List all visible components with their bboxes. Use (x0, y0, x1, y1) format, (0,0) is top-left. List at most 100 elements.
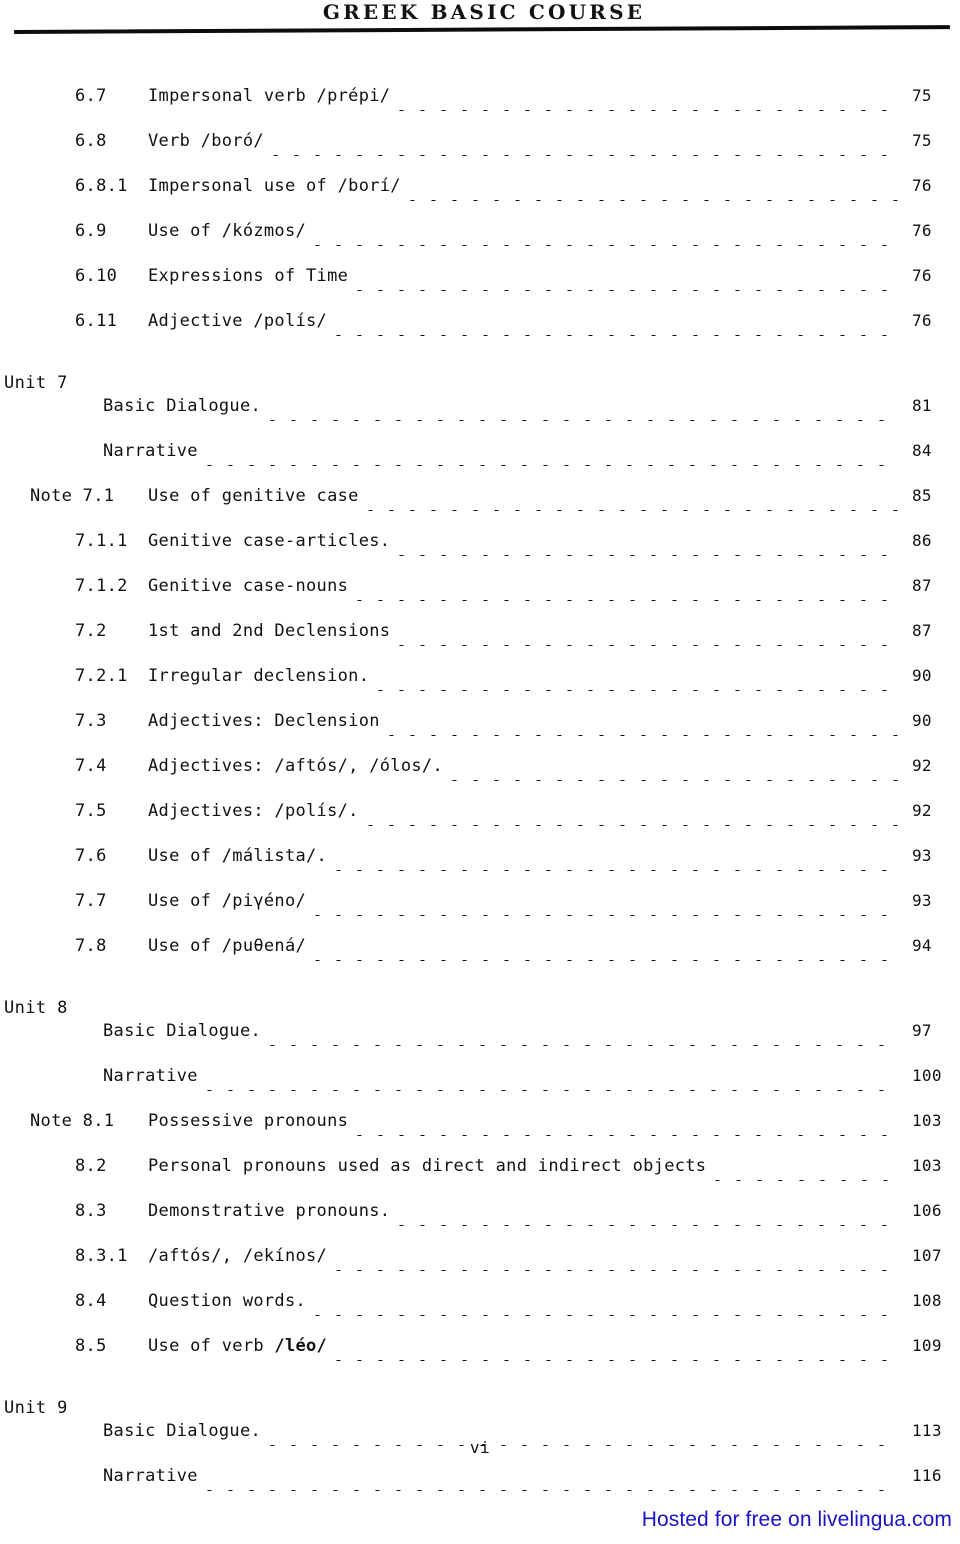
toc-entry-number: 7.6 (75, 846, 107, 866)
toc-entry-number: 8.4 (75, 1291, 107, 1311)
dot-leader (206, 465, 898, 466)
toc-entry-title: Use of /málista/. (148, 846, 328, 866)
toc-entry-number: 7.4 (75, 756, 107, 776)
toc-entry[interactable]: 7.1.2 Genitive case-nouns 87 (0, 576, 960, 621)
dot-leader (451, 780, 898, 781)
toc-entry-number: 7.2 (75, 621, 107, 641)
toc-entry[interactable]: 7.4 Adjectives: /aftós/, /ólos/. 92 (0, 756, 960, 801)
toc-entry[interactable]: 7.8 Use of /puθená/94 (0, 936, 960, 981)
toc-entry[interactable]: Basic Dialogue. 81 (0, 396, 960, 441)
toc-entry[interactable]: 6.10 Expressions of Time 76 (0, 266, 960, 311)
toc-entry-title: Question words. (148, 1291, 307, 1311)
page-folio-number: vi (469, 1438, 491, 1457)
toc-entry-page-number: 90 (912, 711, 932, 730)
toc-entry-title: /aftós/, /ekínos/ (148, 1246, 328, 1266)
dot-leader (270, 1045, 898, 1046)
page-running-header: GREEK BASIC COURSE (0, 0, 960, 26)
toc-entry-number: 8.2 (75, 1156, 107, 1176)
toc-entry-page-number: 106 (912, 1201, 942, 1220)
toc-entry-page-number: 75 (912, 86, 932, 105)
toc-entry-title-text: Use of verb (148, 1336, 275, 1356)
toc-entry[interactable]: Basic Dialogue. 97 (0, 1021, 960, 1066)
toc-entry-page-number: 116 (912, 1466, 942, 1485)
dot-leader (378, 690, 898, 691)
toc-entry-page-number: 75 (912, 131, 932, 150)
hosted-on-livelingua-notice: Hosted for free on livelingua.com (641, 1508, 952, 1531)
toc-entry-page-number: 86 (912, 531, 932, 550)
toc-entry-page-number: 90 (912, 666, 932, 685)
toc-entry-title: Use of /piγéno/ (148, 891, 307, 911)
dot-leader (315, 915, 898, 916)
toc-entry-page-number: 87 (912, 576, 932, 595)
toc-entry-number: 8.3 (75, 1201, 107, 1221)
dot-leader (399, 1225, 898, 1226)
toc-entry-title: Adjective /polís/ (148, 311, 328, 331)
toc-entry[interactable]: 8.5 Use of verb /léo/109 (0, 1336, 960, 1381)
dot-leader (270, 420, 898, 421)
toc-entry-page-number: 76 (912, 311, 932, 330)
toc-entry[interactable]: 7.7 Use of /piγéno/93 (0, 891, 960, 936)
dot-leader (206, 1490, 898, 1491)
toc-entry-page-number: 92 (912, 801, 932, 820)
toc-entry[interactable]: Narrative 100 (0, 1066, 960, 1111)
toc-entry[interactable]: 7.1.1 Genitive case-articles. 86 (0, 531, 960, 576)
toc-entry[interactable]: 8.3 Demonstrative pronouns. 106 (0, 1201, 960, 1246)
toc-entry[interactable]: 8.2 Personal pronouns used as direct and … (0, 1156, 960, 1201)
toc-entry-number: 6.11 (75, 311, 118, 331)
toc-entry-title: Adjectives: /polís/. (148, 801, 359, 821)
toc-entry[interactable]: 7.2 1st and 2nd Declensions 87 (0, 621, 960, 666)
toc-entry[interactable]: 6.8.1 Impersonal use of /borí/76 (0, 176, 960, 221)
dot-leader (409, 200, 898, 201)
dot-leader (315, 1315, 898, 1316)
dot-leader (272, 155, 898, 156)
dot-leader (399, 645, 898, 646)
dot-leader (399, 555, 898, 556)
toc-entry-number: 6.8 (75, 131, 107, 151)
dot-leader (206, 1090, 898, 1091)
dot-leader (336, 335, 898, 336)
toc-entry[interactable]: 7.3 Adjectives: Declension 90 (0, 711, 960, 756)
toc-entry-number: 7.5 (75, 801, 107, 821)
dot-leader (336, 870, 898, 871)
toc-entry-page-number: 100 (912, 1066, 942, 1085)
toc-entry[interactable]: 7.6 Use of /málista/. 93 (0, 846, 960, 891)
toc-entry[interactable]: 8.3.1/aftós/, /ekínos/107 (0, 1246, 960, 1291)
toc-entry-title: Adjectives: Declension (148, 711, 380, 731)
header-divider-rule (13, 25, 950, 34)
toc-entry-page-number: 103 (912, 1156, 942, 1175)
toc-entry[interactable]: 6.8 Verb /boró/75 (0, 131, 960, 176)
toc-entry[interactable]: Note 8.1 Possessive pronouns 103 (0, 1111, 960, 1156)
dot-leader (315, 960, 898, 961)
toc-entry-page-number: 81 (912, 396, 932, 415)
toc-entry-title: Irregular declension. (148, 666, 370, 686)
toc-entry[interactable]: 8.4 Question words. 108 (0, 1291, 960, 1336)
toc-entry-title: Narrative (103, 441, 198, 461)
toc-entry-page-number: 93 (912, 846, 932, 865)
toc-entry-page-number: 84 (912, 441, 932, 460)
toc-entry-page-number: 92 (912, 756, 932, 775)
toc-entry[interactable]: 6.7 Impersonal verb /prépi/75 (0, 86, 960, 131)
toc-entry[interactable]: 6.11 Adjective /polís/76 (0, 311, 960, 356)
toc-entry-title: Impersonal use of /borí/ (148, 176, 401, 196)
toc-entry-title: 1st and 2nd Declensions (148, 621, 391, 641)
toc-entry[interactable]: 6.9 Use of /kózmos/76 (0, 221, 960, 266)
toc-entry-page-number: 76 (912, 176, 932, 195)
dot-leader (357, 600, 898, 601)
toc-entry[interactable]: 7.2.1 Irregular declension. 90 (0, 666, 960, 711)
toc-entry-number: 7.2.1 (75, 666, 128, 686)
dot-leader (336, 1270, 898, 1271)
toc-entry-number: 8.3.1 (75, 1246, 128, 1266)
toc-entry-number: 7.8 (75, 936, 107, 956)
unit-heading: Unit 9 (4, 1398, 68, 1418)
toc-entry[interactable]: Narrative 84 (0, 441, 960, 486)
toc-entry[interactable]: 7.5 Adjectives: /polís/. 92 (0, 801, 960, 846)
unit-heading: Unit 8 (4, 998, 68, 1018)
dot-leader (388, 735, 898, 736)
dot-leader (315, 245, 898, 246)
dot-leader (357, 290, 898, 291)
toc-entry-page-number: 87 (912, 621, 932, 640)
toc-entry[interactable]: Narrative 116 (0, 1466, 960, 1511)
table-of-contents: 6.7 Impersonal verb /prépi/75 6.8 Verb /bor… (0, 86, 960, 1511)
toc-entry[interactable]: Note 7.1 Use of genitive case 85 (0, 486, 960, 531)
toc-entry-number: 8.5 (75, 1336, 107, 1356)
